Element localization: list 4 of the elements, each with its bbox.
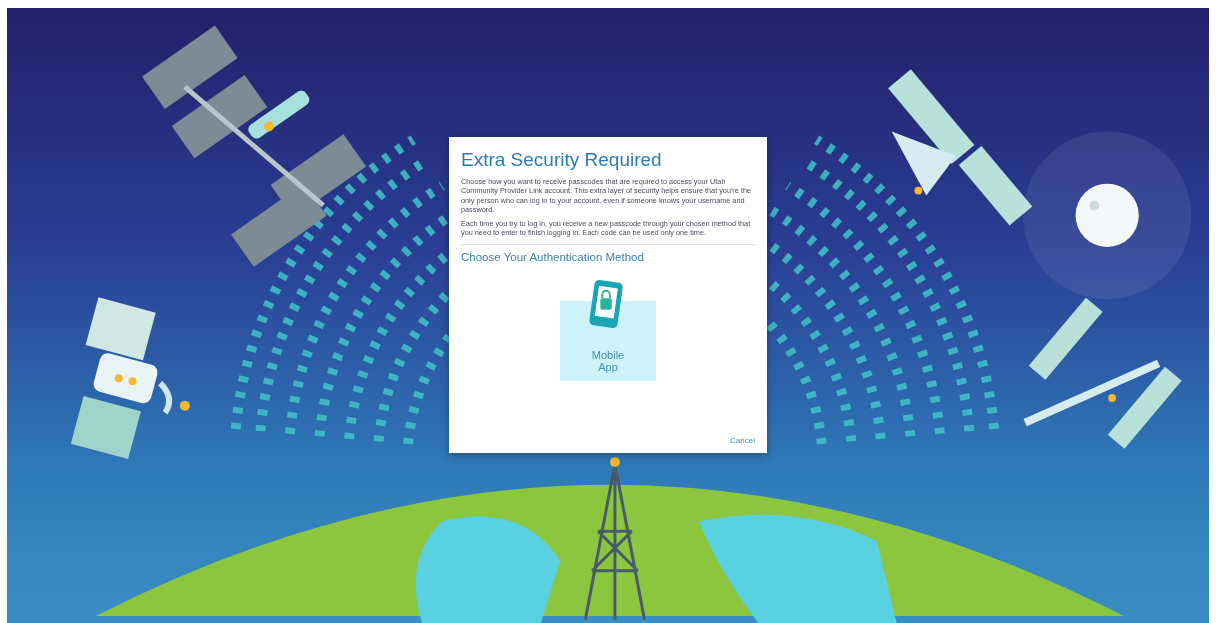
dialog-title: Extra Security Required (461, 149, 663, 171)
section-heading: Choose Your Authentication Method (461, 250, 645, 263)
method-tile[interactable]: Mobile App (560, 300, 656, 381)
cancel-link[interactable]: Cancel (730, 436, 755, 445)
